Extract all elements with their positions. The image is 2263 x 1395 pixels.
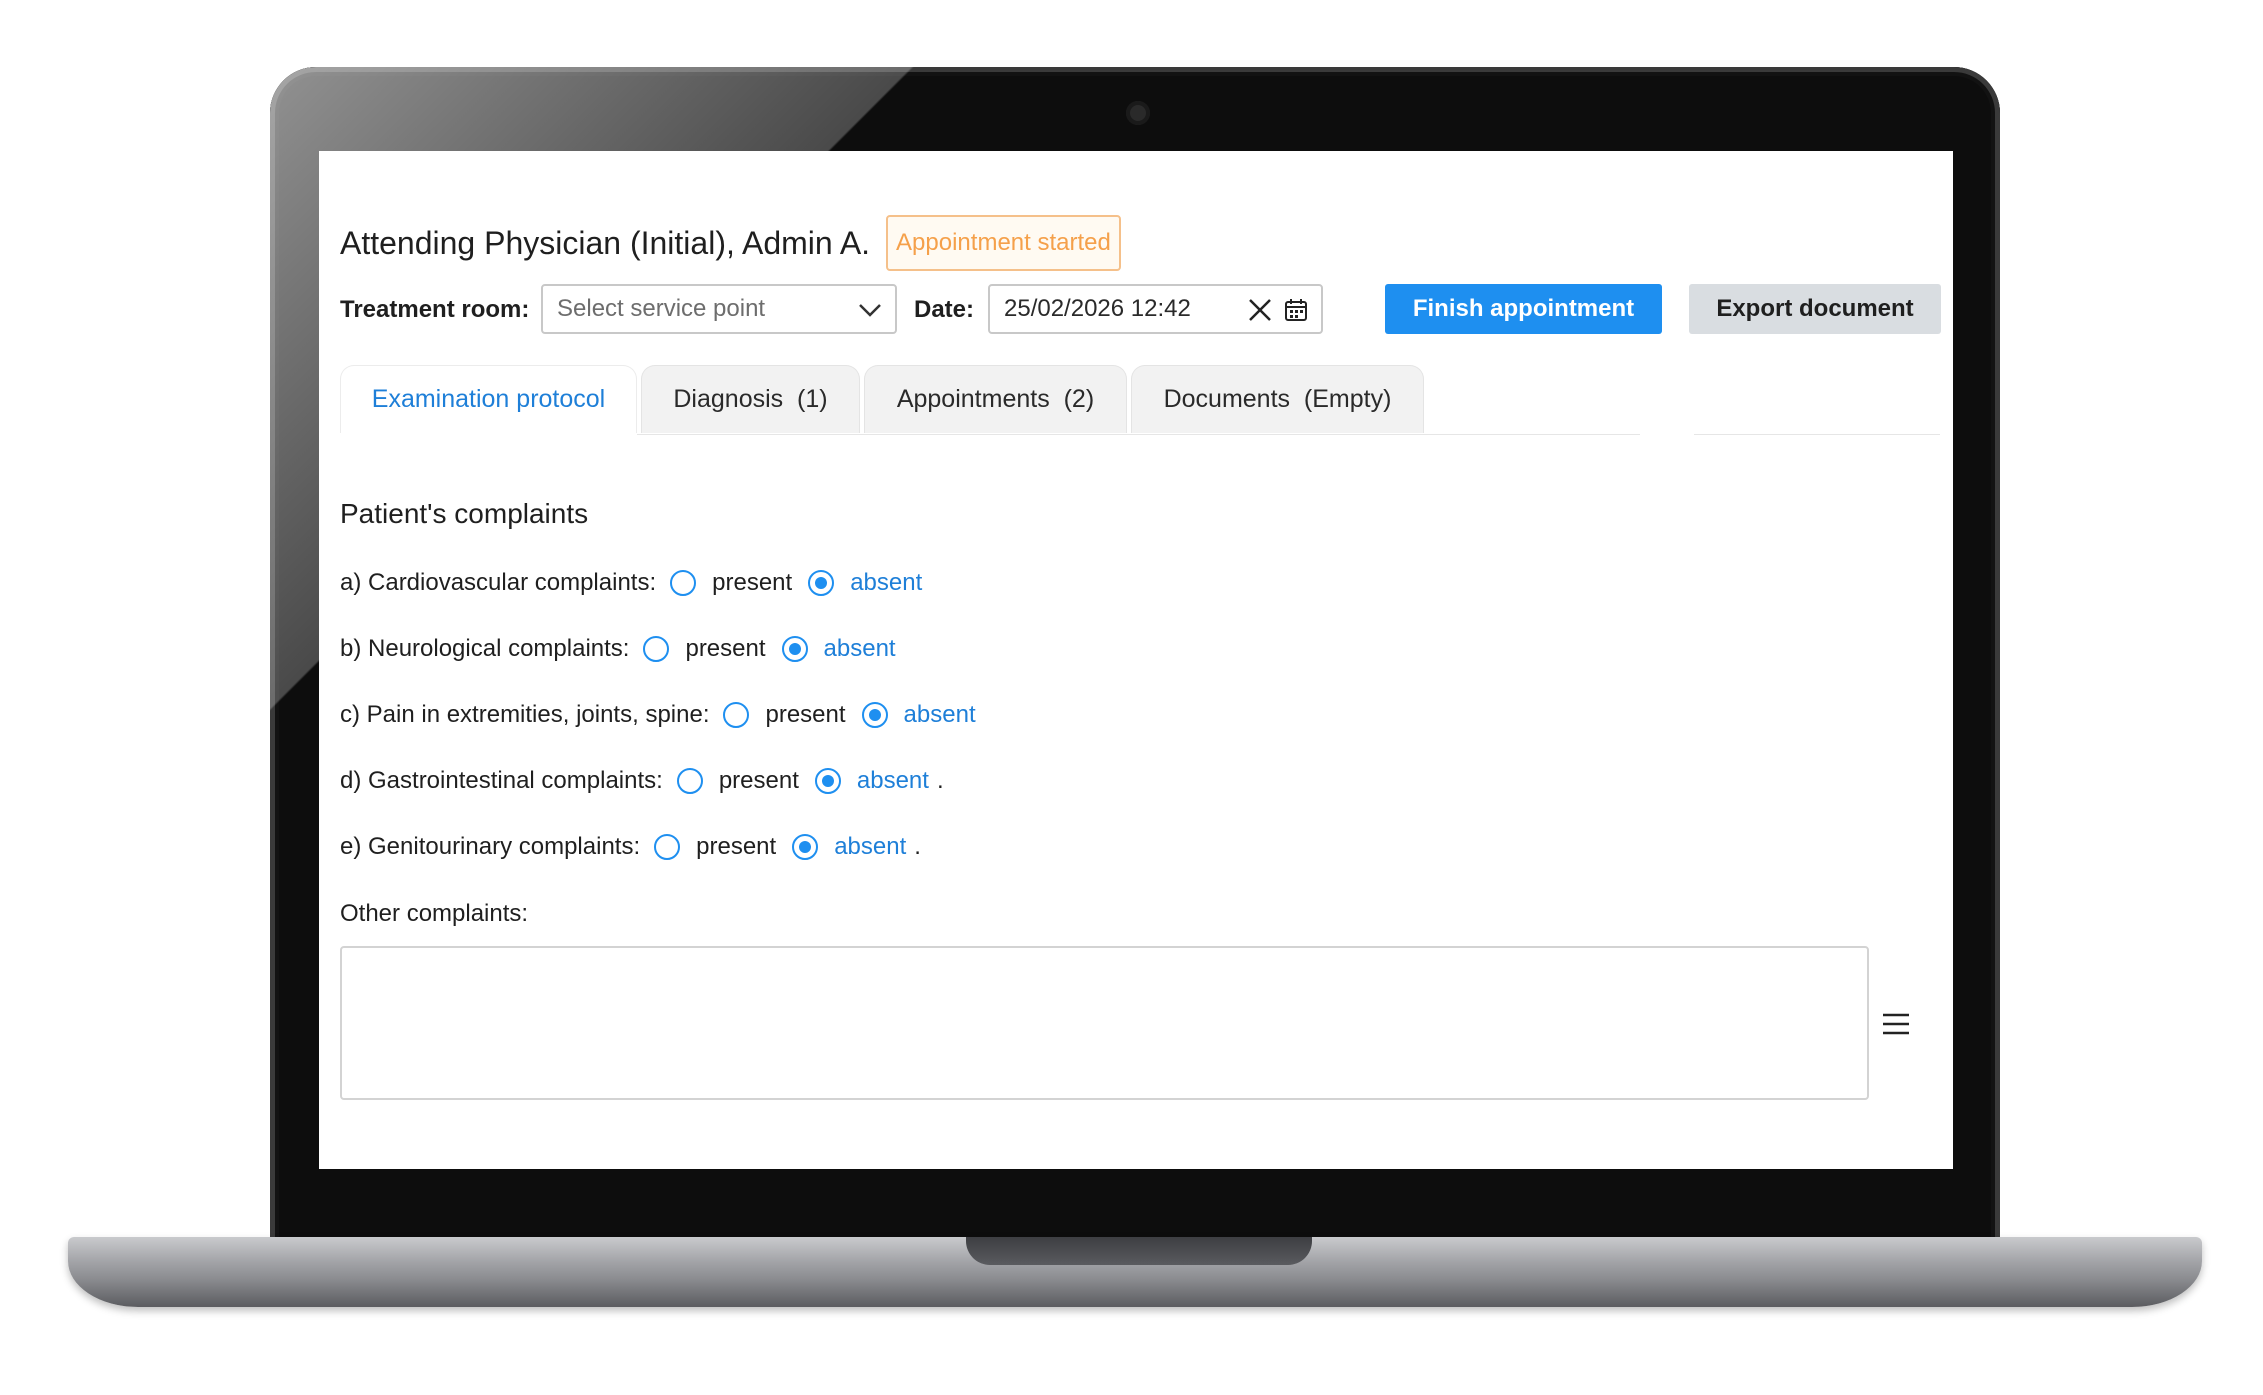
complaint-row-gastrointestinal: d) Gastrointestinal complaints: present …	[340, 767, 944, 795]
treatment-room-label: Treatment room:	[340, 296, 530, 323]
option-present-label: present	[696, 833, 777, 860]
option-present-label: present	[765, 701, 846, 728]
date-input[interactable]: 25/02/2026 12:42	[988, 284, 1323, 334]
tab-label: Diagnosis (1)	[673, 385, 828, 413]
close-icon[interactable]	[1247, 297, 1273, 323]
status-badge: Appointment started	[886, 215, 1121, 271]
radio-absent[interactable]	[781, 636, 808, 662]
section-title-complaints: Patient's complaints	[340, 498, 589, 529]
laptop-notch	[966, 1237, 1312, 1265]
row-suffix: .	[914, 833, 921, 860]
tab-diagnosis[interactable]: Diagnosis (1)	[641, 365, 860, 433]
radio-present[interactable]	[676, 768, 703, 794]
radio-present[interactable]	[723, 702, 750, 728]
option-absent-label: absent	[850, 569, 923, 596]
page-header: Attending Physician (Initial), Admin A. …	[340, 215, 1121, 271]
tab-documents[interactable]: Documents (Empty)	[1131, 365, 1424, 433]
complaint-label: b) Neurological complaints:	[340, 635, 630, 662]
complaint-label: e) Genitourinary complaints:	[340, 833, 641, 860]
tab-label: Documents (Empty)	[1163, 385, 1392, 413]
date-value: 25/02/2026 12:42	[1004, 295, 1191, 322]
other-complaints-textarea[interactable]	[340, 946, 1869, 1100]
option-absent-label: absent	[856, 767, 929, 794]
radio-present[interactable]	[643, 636, 670, 662]
export-document-button[interactable]: Export document	[1689, 284, 1941, 334]
complaint-label: a) Cardiovascular complaints:	[340, 569, 657, 596]
tab-label: Examination protocol	[371, 385, 606, 413]
complaint-row-neurological: b) Neurological complaints: present abse…	[340, 635, 912, 663]
radio-absent[interactable]	[808, 570, 835, 596]
complaint-label: c) Pain in extremities, joints, spine:	[340, 701, 710, 728]
webcam	[1126, 101, 1150, 125]
tab-label: Appointments (2)	[896, 385, 1095, 413]
option-absent-label: absent	[823, 635, 896, 662]
tab-appointments[interactable]: Appointments (2)	[864, 365, 1127, 433]
complaint-row-genitourinary: e) Genitourinary complaints: present abs…	[340, 833, 921, 861]
option-present-label: present	[685, 635, 766, 662]
chevron-down-icon	[859, 304, 881, 317]
row-suffix: .	[936, 767, 944, 794]
tab-divider	[637, 434, 1640, 435]
radio-present[interactable]	[670, 570, 697, 596]
date-label: Date:	[914, 296, 975, 323]
calendar-icon[interactable]	[1284, 298, 1308, 322]
other-complaints-label: Other complaints:	[340, 900, 529, 927]
option-absent-label: absent	[903, 701, 976, 728]
option-present-label: present	[712, 569, 793, 596]
tab-examination-protocol[interactable]: Examination protocol	[340, 365, 637, 433]
page-title: Attending Physician (Initial), Admin A.	[340, 224, 871, 261]
finish-appointment-button[interactable]: Finish appointment	[1385, 284, 1662, 334]
service-point-select[interactable]: Select service point	[541, 284, 897, 334]
radio-absent[interactable]	[861, 702, 888, 728]
app-screen: Attending Physician (Initial), Admin A. …	[319, 151, 1953, 1169]
tab-divider	[1694, 434, 1940, 435]
complaint-row-cardiovascular: a) Cardiovascular complaints: present ab…	[340, 569, 938, 597]
radio-absent[interactable]	[792, 834, 819, 860]
option-present-label: present	[718, 767, 799, 794]
complaint-row-pain: c) Pain in extremities, joints, spine: p…	[340, 701, 992, 729]
option-absent-label: absent	[834, 833, 907, 860]
complaint-label: d) Gastrointestinal complaints:	[340, 767, 663, 794]
radio-present[interactable]	[654, 834, 681, 860]
laptop-base	[68, 1237, 2202, 1307]
service-point-placeholder: Select service point	[557, 295, 766, 322]
tab-bar: Examination protocol Diagnosis (1) Appoi…	[340, 365, 1428, 435]
hamburger-menu-icon[interactable]	[1881, 1011, 1911, 1037]
radio-absent[interactable]	[814, 768, 841, 794]
